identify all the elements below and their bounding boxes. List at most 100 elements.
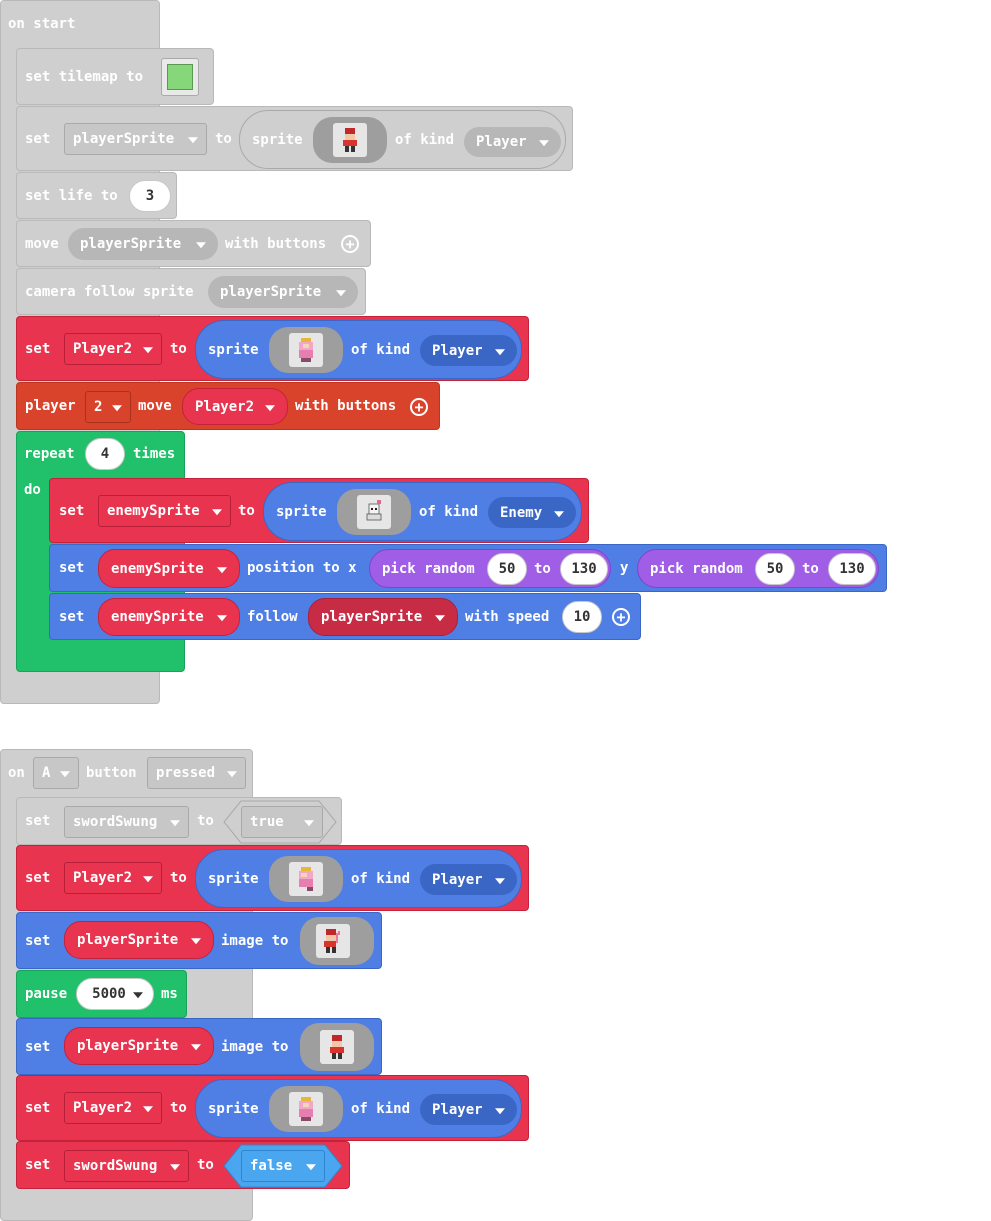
set-enemy-block[interactable]: set enemySprite to sprite of kind Enemy: [49, 478, 589, 543]
set-sword-block[interactable]: set swordSwung to false: [16, 1141, 350, 1189]
sprite-image-slot[interactable]: [269, 1086, 343, 1132]
dropdown-caret-icon: [495, 348, 505, 355]
dropdown-caret-icon: [217, 566, 227, 573]
player-move-block[interactable]: player 2 move Player2 with buttons +: [16, 382, 440, 430]
variable-dropdown[interactable]: playerSprite: [68, 228, 218, 260]
sprite-image-slot[interactable]: [313, 117, 387, 163]
repeat-count-input[interactable]: 4: [85, 438, 125, 470]
sprite-image-icon: [330, 1035, 344, 1059]
dropdown-caret-icon: [60, 771, 70, 778]
dropdown-caret-icon: [539, 140, 549, 147]
button-key-dropdown[interactable]: A: [33, 757, 79, 789]
set-player2-block[interactable]: set Player2 to sprite of kind Player: [16, 845, 529, 911]
speed-input[interactable]: 10: [562, 601, 602, 633]
sprite-of-kind-reporter[interactable]: sprite of kind Enemy: [263, 482, 582, 541]
boolean-dropdown[interactable]: false: [241, 1150, 325, 1182]
sprite-image-icon: [366, 500, 382, 521]
pick-random-y-reporter[interactable]: pick random 50 to 130: [637, 549, 879, 588]
random-min-input[interactable]: 50: [487, 553, 527, 585]
sprite-image-slot[interactable]: [300, 917, 374, 965]
set-position-block[interactable]: set enemySprite position to x pick rando…: [49, 544, 887, 592]
dropdown-caret-icon: [554, 510, 564, 517]
dropdown-caret-icon: [191, 938, 201, 945]
do-label: do: [24, 482, 41, 498]
dropdown-caret-icon: [265, 404, 275, 411]
sprite-image-icon: [299, 1097, 313, 1121]
set-image-block[interactable]: set playerSprite image to: [16, 912, 382, 969]
dropdown-caret-icon: [143, 347, 153, 354]
on-start-label: on start: [8, 16, 76, 32]
set-player2-block[interactable]: set Player2 to sprite of kind Player: [16, 1075, 529, 1141]
sprite-image-slot[interactable]: [300, 1023, 374, 1071]
kind-dropdown[interactable]: Player: [420, 335, 517, 366]
sprite-of-kind-reporter[interactable]: sprite of kind Player: [195, 320, 522, 379]
add-circle-icon[interactable]: +: [341, 235, 359, 253]
variable-dropdown[interactable]: playerSprite: [64, 123, 207, 155]
variable-dropdown[interactable]: enemySprite: [98, 549, 240, 588]
set-player-sprite-block[interactable]: set playerSprite to sprite of kind Playe…: [16, 106, 573, 171]
boolean-dropdown[interactable]: true: [241, 806, 323, 838]
dropdown-caret-icon: [196, 242, 206, 249]
sprite-of-kind-reporter[interactable]: sprite of kind Player: [195, 849, 522, 908]
sprite-image-slot[interactable]: [337, 489, 411, 535]
camera-follow-block[interactable]: camera follow sprite playerSprite: [16, 268, 366, 315]
variable-dropdown[interactable]: Player2: [64, 333, 162, 365]
sprite-of-kind-reporter[interactable]: sprite of kind Player: [195, 1079, 522, 1138]
add-circle-icon[interactable]: +: [612, 608, 630, 626]
player-number-dropdown[interactable]: 2: [85, 391, 131, 423]
dropdown-caret-icon: [495, 877, 505, 884]
pick-random-x-reporter[interactable]: pick random 50 to 130: [369, 549, 611, 588]
kind-dropdown[interactable]: Enemy: [488, 497, 576, 528]
set-life-block[interactable]: set life to 3: [16, 172, 177, 219]
dropdown-caret-icon: [495, 1107, 505, 1114]
dropdown-caret-icon: [170, 820, 180, 827]
variable-dropdown[interactable]: swordSwung: [64, 1150, 189, 1182]
dropdown-caret-icon: [306, 1164, 316, 1171]
variable-dropdown[interactable]: Player2: [64, 862, 162, 894]
set-follow-block[interactable]: set enemySprite follow playerSprite with…: [49, 593, 641, 640]
set-player2-block[interactable]: set Player2 to sprite of kind Player: [16, 316, 529, 381]
sprite-image-icon: [324, 929, 340, 953]
dropdown-caret-icon: [191, 1044, 201, 1051]
variable-dropdown[interactable]: playerSprite: [64, 921, 214, 959]
dropdown-caret-icon: [336, 290, 346, 297]
times-label: times: [133, 446, 176, 462]
target-dropdown[interactable]: playerSprite: [308, 598, 458, 636]
set-sword-block[interactable]: set swordSwung to true: [16, 797, 342, 845]
set-image-block[interactable]: set playerSprite image to: [16, 1018, 382, 1075]
dropdown-caret-icon: [143, 876, 153, 883]
variable-dropdown[interactable]: enemySprite: [98, 495, 231, 527]
dropdown-caret-icon: [212, 509, 222, 516]
sprite-image-icon: [343, 128, 357, 152]
kind-dropdown[interactable]: Player: [464, 127, 561, 157]
random-min-input[interactable]: 50: [755, 553, 795, 585]
variable-dropdown[interactable]: enemySprite: [98, 598, 240, 636]
pause-duration-dropdown[interactable]: 5000: [76, 978, 154, 1010]
dropdown-caret-icon: [435, 615, 445, 622]
set-tilemap-block[interactable]: set tilemap to: [16, 48, 214, 105]
variable-dropdown[interactable]: Player2: [182, 388, 288, 425]
random-max-input[interactable]: 130: [560, 553, 608, 585]
sprite-of-kind-reporter[interactable]: sprite of kind Player: [239, 110, 566, 169]
pause-block[interactable]: pause 5000 ms: [16, 970, 187, 1018]
variable-dropdown[interactable]: playerSprite: [208, 276, 358, 308]
add-circle-icon[interactable]: +: [410, 398, 428, 416]
event-dropdown[interactable]: pressed: [147, 757, 246, 789]
random-max-input[interactable]: 130: [828, 553, 876, 585]
life-value-input[interactable]: 3: [129, 180, 171, 212]
repeat-label: repeat: [24, 446, 75, 462]
kind-dropdown[interactable]: Player: [420, 1094, 517, 1125]
tilemap-icon[interactable]: [161, 58, 199, 96]
move-with-buttons-block[interactable]: move playerSprite with buttons +: [16, 220, 371, 267]
dropdown-caret-icon: [112, 405, 122, 412]
dropdown-caret-icon: [217, 615, 227, 622]
dropdown-caret-icon: [304, 820, 314, 827]
sprite-image-slot[interactable]: [269, 327, 343, 373]
on-label: on: [8, 765, 25, 781]
variable-dropdown[interactable]: playerSprite: [64, 1027, 214, 1065]
variable-dropdown[interactable]: swordSwung: [64, 806, 189, 838]
kind-dropdown[interactable]: Player: [420, 864, 517, 895]
dropdown-caret-icon: [133, 992, 143, 999]
variable-dropdown[interactable]: Player2: [64, 1092, 162, 1124]
sprite-image-slot[interactable]: [269, 856, 343, 902]
